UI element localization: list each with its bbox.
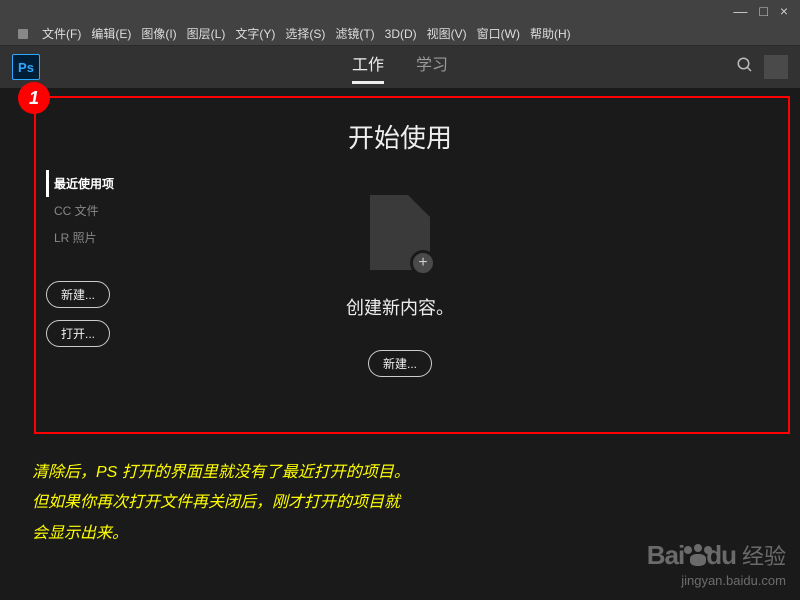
maximize-button[interactable]: □ [759, 3, 767, 19]
sidebar-item-cc-files[interactable]: CC 文件 [46, 197, 122, 224]
minimize-button[interactable]: — [733, 3, 747, 19]
menu-3d[interactable]: 3D(D) [385, 27, 417, 41]
sidebar-item-lr-photos[interactable]: LR 照片 [46, 224, 122, 251]
plus-icon: + [410, 250, 436, 276]
toolbar: Ps 工作 学习 [0, 46, 800, 88]
window-controls: — □ × [733, 3, 796, 19]
new-document-icon: + [370, 195, 430, 270]
center-new-button[interactable]: 新建... [368, 350, 432, 377]
annotation-badge: 1 [18, 82, 50, 114]
menu-select[interactable]: 选择(S) [285, 25, 325, 42]
window-titlebar: — □ × [0, 0, 800, 22]
watermark-url: jingyan.baidu.com [647, 573, 786, 588]
tab-learn[interactable]: 学习 [416, 51, 448, 84]
start-title: 开始使用 [250, 118, 550, 155]
sidebar-item-recent[interactable]: 最近使用项 [46, 170, 122, 197]
search-icon[interactable] [736, 56, 754, 79]
watermark-text: 经验 [742, 539, 786, 571]
tab-work[interactable]: 工作 [352, 51, 384, 84]
watermark-brand: Baidu [647, 540, 736, 571]
menu-edit[interactable]: 编辑(E) [91, 25, 131, 42]
menu-window[interactable]: 窗口(W) [477, 25, 520, 42]
paw-icon [684, 546, 706, 564]
menu-layer[interactable]: 图层(L) [187, 25, 226, 42]
new-button[interactable]: 新建... [46, 281, 110, 308]
caption-line: 清除后，PS 打开的界面里就没有了最近打开的项目。 [32, 458, 768, 488]
menu-type[interactable]: 文字(Y) [235, 25, 275, 42]
menu-file[interactable]: 文件(F) [42, 25, 81, 42]
open-button[interactable]: 打开... [46, 320, 110, 347]
home-tabs: 工作 学习 [352, 51, 448, 84]
caption-line: 但如果你再次打开文件再关闭后，刚才打开的项目就 [32, 488, 768, 518]
start-screen: 1 最近使用项 CC 文件 LR 照片 新建... 打开... 开始使用 + 创… [0, 88, 800, 440]
menubar: 文件(F) 编辑(E) 图像(I) 图层(L) 文字(Y) 选择(S) 滤镜(T… [0, 22, 800, 46]
menu-filter[interactable]: 滤镜(T) [335, 25, 374, 42]
ps-logo: Ps [12, 54, 40, 80]
start-center: 开始使用 + 创建新内容。 新建... [250, 118, 550, 377]
start-subtitle: 创建新内容。 [250, 294, 550, 320]
app-menu-icon[interactable] [18, 29, 28, 39]
menu-view[interactable]: 视图(V) [427, 25, 467, 42]
watermark: Baidu 经验 jingyan.baidu.com [647, 539, 786, 588]
menu-help[interactable]: 帮助(H) [530, 25, 571, 42]
menu-image[interactable]: 图像(I) [141, 25, 176, 42]
close-button[interactable]: × [780, 3, 788, 19]
tutorial-caption: 清除后，PS 打开的界面里就没有了最近打开的项目。 但如果你再次打开文件再关闭后… [0, 440, 800, 549]
start-sidebar: 最近使用项 CC 文件 LR 照片 新建... 打开... [46, 170, 122, 347]
color-swatch[interactable] [764, 55, 788, 79]
